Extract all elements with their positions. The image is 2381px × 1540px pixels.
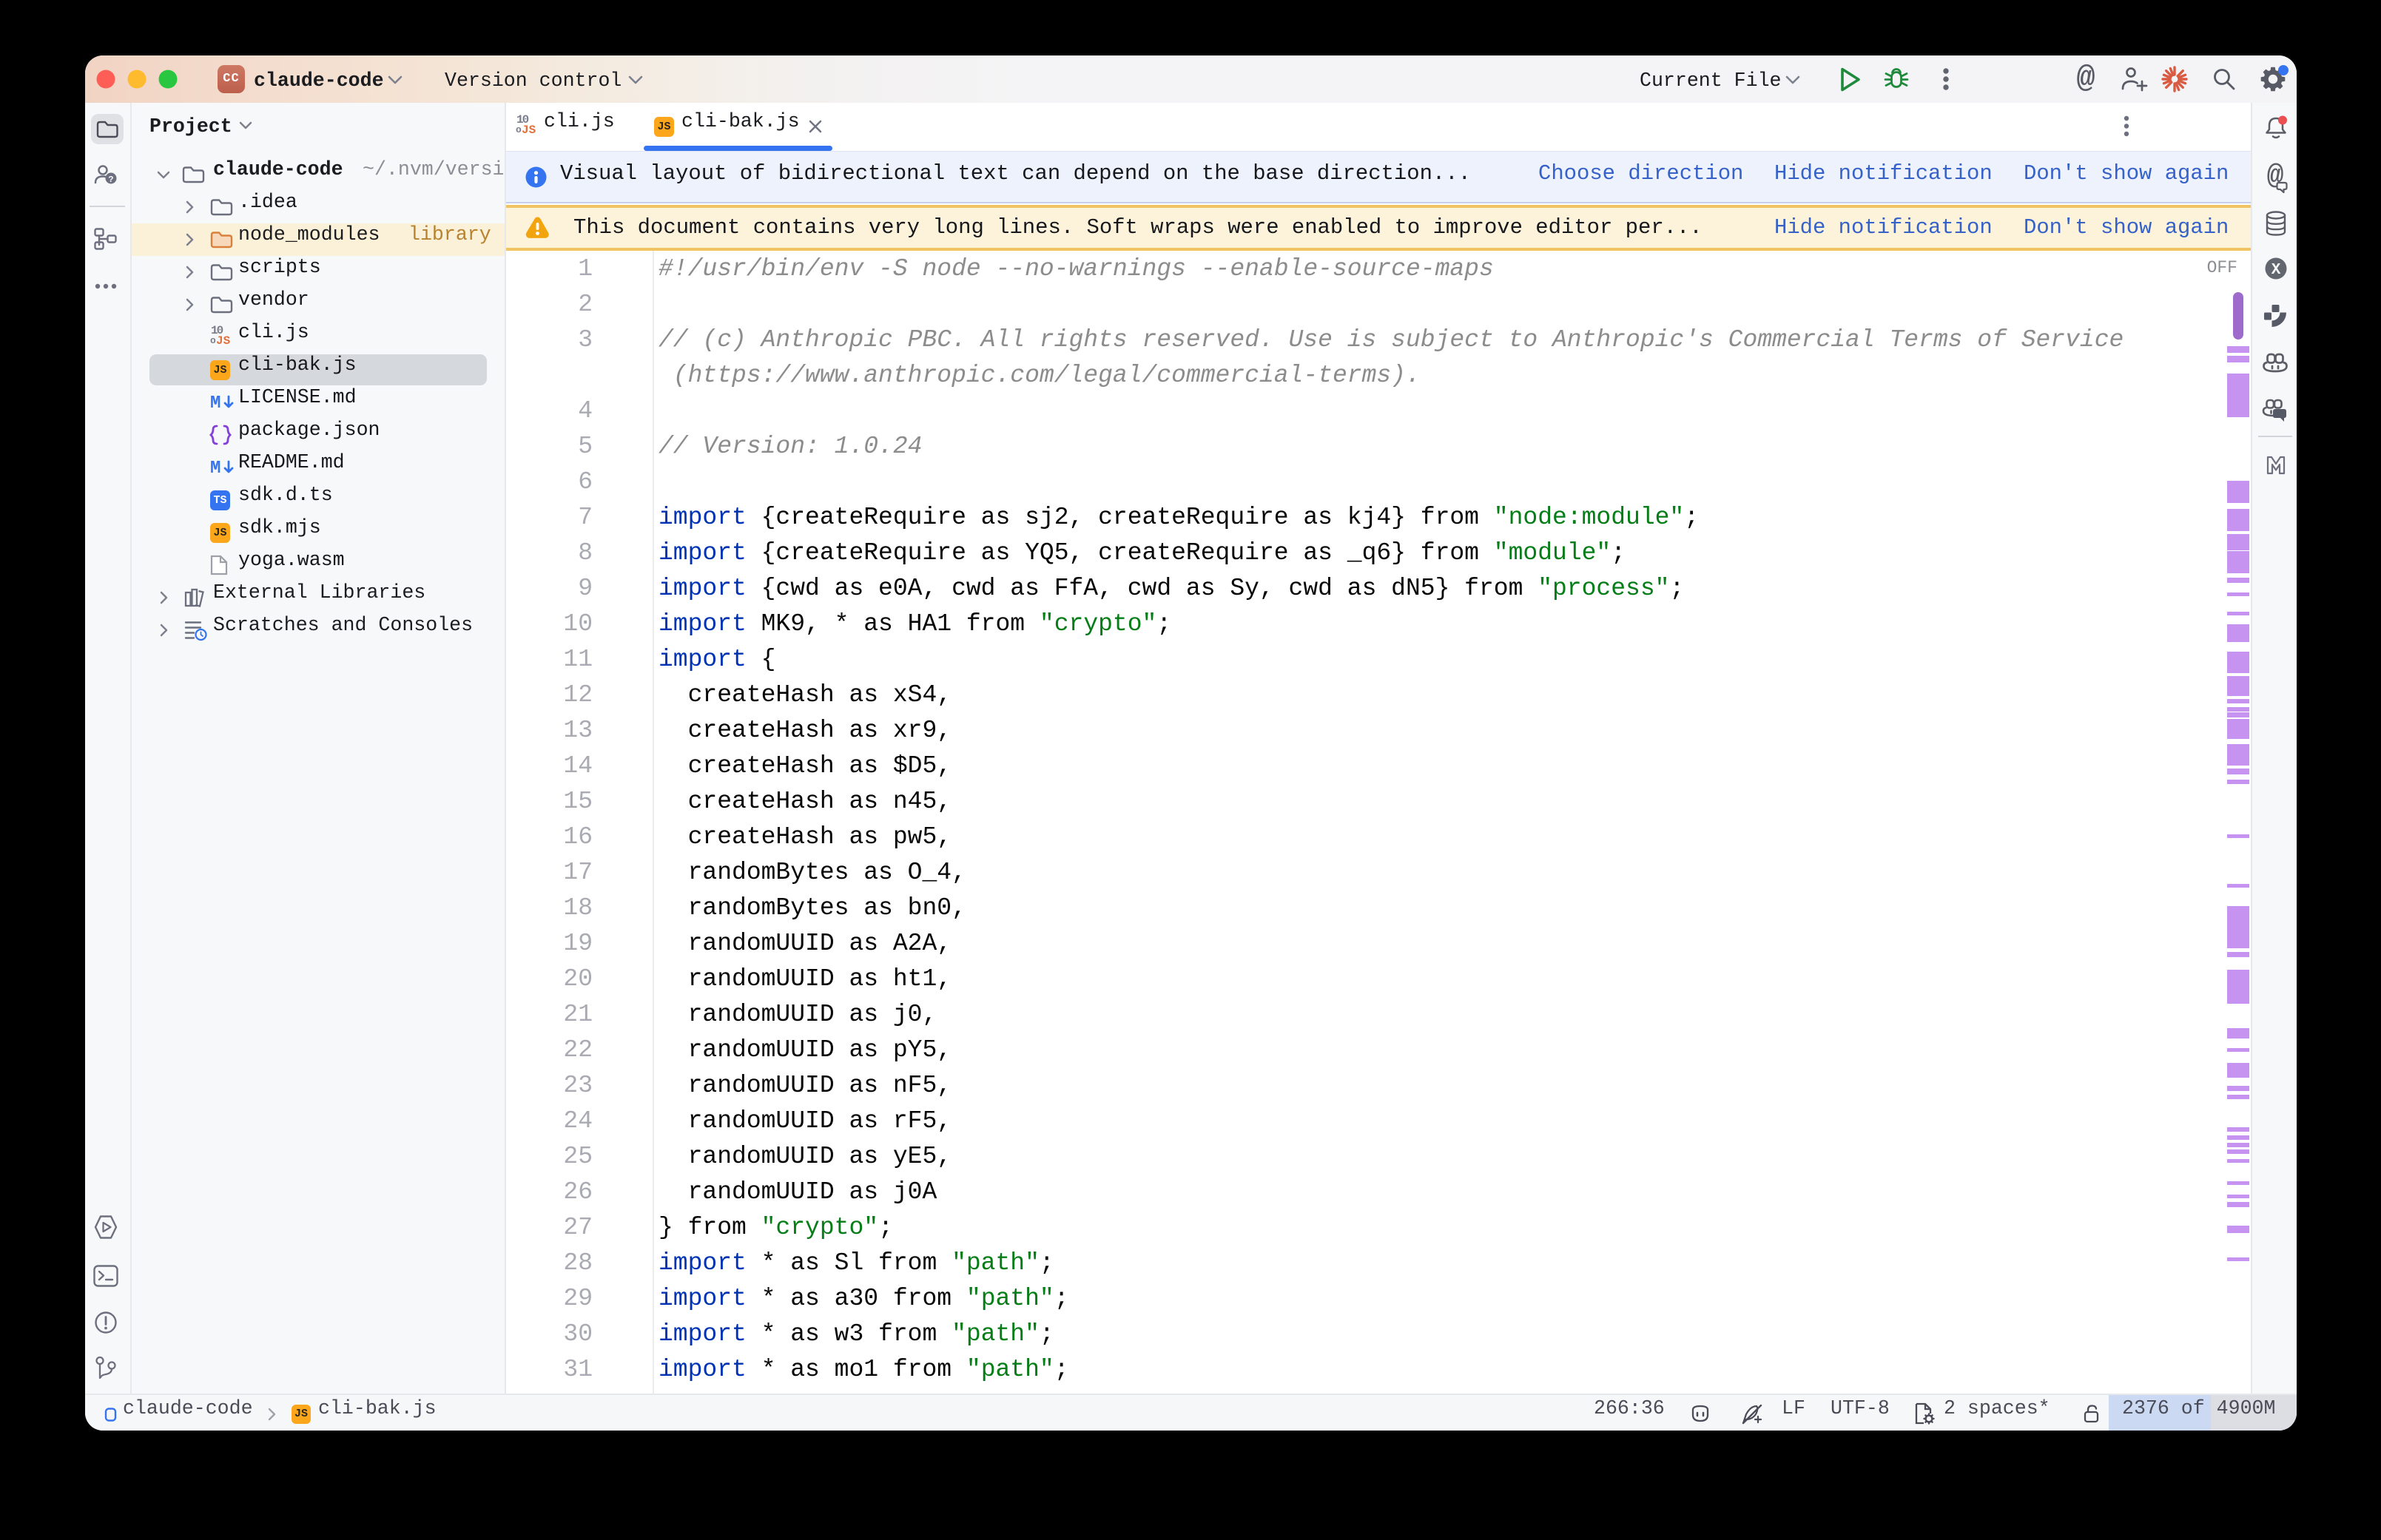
svg-text:?: ? [108, 175, 113, 185]
svg-text:M: M [210, 394, 220, 413]
svg-text:M: M [210, 459, 220, 479]
svg-text:X: X [2271, 262, 2281, 279]
